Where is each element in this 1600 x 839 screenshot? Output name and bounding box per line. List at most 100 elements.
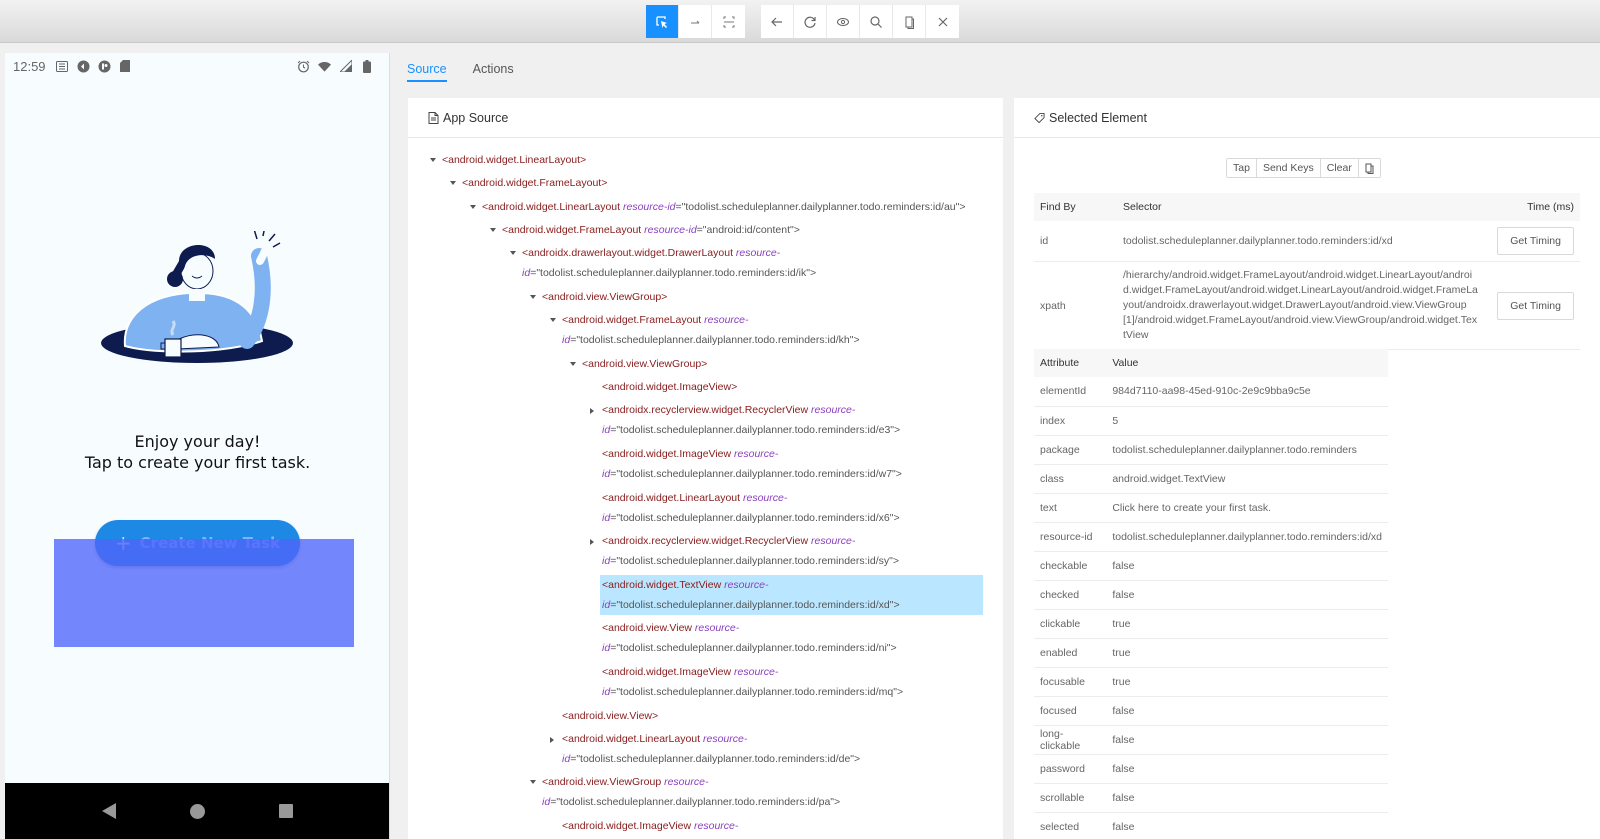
node-attr-value: ="todolist.scheduleplanner.dailyplanner.… bbox=[610, 467, 902, 480]
caret-down-icon[interactable] bbox=[530, 780, 536, 785]
tree-node[interactable]: <android.widget.TextView resource-id="to… bbox=[600, 574, 983, 615]
node-attr-name: id bbox=[522, 267, 531, 280]
tab-source[interactable]: Source bbox=[407, 56, 447, 82]
show-hide-button[interactable] bbox=[827, 5, 860, 38]
tree-node[interactable]: <android.widget.ImageView> bbox=[602, 377, 737, 397]
node-attr-name: resource- bbox=[735, 247, 781, 260]
tree-node[interactable]: <android.view.ViewGroup> bbox=[542, 287, 667, 307]
attribute-row: checkable false bbox=[1034, 551, 1388, 581]
tree-node[interactable]: <android.view.View resource-id="todolist… bbox=[602, 618, 897, 658]
status-time: 12:59 bbox=[13, 58, 46, 74]
node-attr-name: resource-id bbox=[622, 200, 676, 213]
attribute-name: scrollable bbox=[1034, 783, 1107, 813]
caret-down-icon[interactable] bbox=[550, 318, 556, 323]
attribute-name: class bbox=[1034, 464, 1107, 494]
clear-button[interactable]: Clear bbox=[1320, 159, 1359, 177]
node-tag: <android.view.ViewGroup> bbox=[542, 290, 668, 303]
node-attr-value: ="todolist.scheduleplanner.dailyplanner.… bbox=[610, 424, 901, 437]
tree-node[interactable]: <android.widget.FrameLayout resource-id=… bbox=[502, 220, 800, 240]
tree-node[interactable]: <android.view.ViewGroup> bbox=[582, 354, 707, 374]
battery-icon bbox=[360, 59, 373, 73]
sd-card-icon bbox=[119, 60, 132, 73]
caret-right-icon[interactable] bbox=[590, 539, 594, 546]
caret-down-icon[interactable] bbox=[510, 251, 516, 256]
send-keys-button[interactable]: Send Keys bbox=[1256, 159, 1321, 177]
caret-down-icon[interactable] bbox=[470, 204, 476, 209]
nav-home-icon[interactable] bbox=[190, 803, 205, 819]
swipe-button[interactable] bbox=[679, 5, 712, 38]
get-timing-button-id[interactable]: Get Timing bbox=[1497, 227, 1574, 255]
notes-icon bbox=[56, 60, 69, 73]
woman-with-coffee-illustration bbox=[101, 231, 293, 363]
tree-node[interactable]: <android.widget.LinearLayout resource-id… bbox=[602, 488, 900, 528]
caret-right-icon[interactable] bbox=[550, 736, 554, 743]
attribute-row: selected false bbox=[1034, 812, 1388, 839]
tree-node[interactable]: <android.view.ViewGroup resource-id="tod… bbox=[542, 772, 840, 812]
close-icon bbox=[938, 17, 947, 26]
tree-node[interactable]: <android.widget.ImageView resource-id="t… bbox=[602, 444, 902, 484]
wifi-icon bbox=[318, 60, 331, 73]
tree-node[interactable]: <android.widget.FrameLayout resource-id=… bbox=[562, 310, 860, 350]
find-by-selector: /hierarchy/android.widget.FrameLayout/an… bbox=[1117, 261, 1490, 350]
attribute-row: class android.widget.TextView bbox=[1034, 464, 1388, 494]
node-tag: <android.widget.ImageView bbox=[602, 665, 732, 678]
caret-down-icon[interactable] bbox=[450, 181, 456, 186]
device-screenshot[interactable]: 12:59 Enjoy your day! Tap to create your… bbox=[5, 53, 390, 839]
find-by-strategy: id bbox=[1034, 221, 1117, 262]
tap-button[interactable]: Tap bbox=[1227, 159, 1257, 177]
tree-node[interactable]: <android.widget.FrameLayout> bbox=[462, 173, 607, 193]
attribute-row: clickable true bbox=[1034, 609, 1388, 639]
tree-node[interactable]: <android.widget.LinearLayout resource-id… bbox=[482, 197, 966, 217]
tree-node[interactable]: <android.widget.LinearLayout resource-id… bbox=[562, 729, 860, 769]
attribute-row: text Click here to create your first task… bbox=[1034, 493, 1388, 523]
attribute-value: 5 bbox=[1106, 406, 1388, 436]
find-by-row-id: id todolist.scheduleplanner.dailyplanner… bbox=[1034, 221, 1580, 262]
node-attr-name: id bbox=[602, 555, 611, 568]
node-attr-name: id bbox=[602, 642, 611, 655]
nav-back-icon[interactable] bbox=[102, 803, 116, 819]
node-attr-value: ="todolist.scheduleplanner.dailyplanner.… bbox=[675, 200, 966, 213]
back-button[interactable] bbox=[761, 5, 794, 38]
tree-node[interactable]: <android.widget.ImageView resource- bbox=[562, 816, 738, 836]
copy-attributes-button[interactable] bbox=[1358, 159, 1380, 177]
attribute-value: false bbox=[1106, 580, 1388, 610]
caret-down-icon[interactable] bbox=[570, 361, 576, 366]
app-source-panel: App Source <android.widget.LinearLayout>… bbox=[408, 98, 1003, 839]
attribute-value: true bbox=[1106, 667, 1388, 697]
tree-node[interactable]: <android.widget.ImageView resource-id="t… bbox=[602, 662, 903, 702]
tree-node[interactable]: <androidx.recyclerview.widget.RecyclerVi… bbox=[602, 400, 900, 440]
node-tag: <android.widget.ImageView> bbox=[602, 381, 738, 393]
quit-button[interactable] bbox=[926, 5, 959, 38]
message-line-2: Tap to create your first task. bbox=[84, 453, 311, 472]
copy-xml-button[interactable] bbox=[893, 5, 926, 38]
tree-node[interactable]: <android.widget.LinearLayout> bbox=[442, 150, 586, 170]
tree-node[interactable]: <androidx.drawerlayout.widget.DrawerLayo… bbox=[522, 243, 816, 283]
attribute-value: false bbox=[1106, 754, 1388, 784]
caret-down-icon[interactable] bbox=[490, 227, 496, 232]
node-attr-name: id bbox=[602, 598, 611, 611]
tree-node[interactable]: <android.view.View> bbox=[562, 706, 658, 726]
selected-element-highlight[interactable] bbox=[54, 539, 354, 647]
tab-actions[interactable]: Actions bbox=[473, 56, 514, 82]
tap-by-coordinates-button[interactable] bbox=[712, 5, 745, 38]
top-toolbar bbox=[0, 0, 1600, 43]
time-header: Time (ms) bbox=[1490, 193, 1580, 221]
nav-recents-icon[interactable] bbox=[279, 804, 293, 818]
tree-node[interactable]: <androidx.recyclerview.widget.RecyclerVi… bbox=[602, 531, 899, 571]
caret-down-icon[interactable] bbox=[430, 158, 436, 162]
node-attr-name: id bbox=[602, 467, 611, 480]
refresh-button[interactable] bbox=[794, 5, 827, 38]
node-attr-value: ="todolist.scheduleplanner.dailyplanner.… bbox=[610, 511, 900, 524]
find-by-strategy: xpath bbox=[1034, 261, 1117, 350]
caret-down-icon[interactable] bbox=[530, 294, 536, 299]
status-right-icons bbox=[297, 59, 381, 73]
node-attr-name: resource-id bbox=[644, 223, 697, 236]
node-attr-name: id bbox=[602, 511, 611, 524]
attribute-value: false bbox=[1106, 696, 1388, 726]
search-button[interactable] bbox=[860, 5, 893, 38]
select-elements-button[interactable] bbox=[646, 5, 679, 38]
caret-right-icon[interactable] bbox=[590, 408, 594, 415]
get-timing-button-xpath[interactable]: Get Timing bbox=[1497, 291, 1574, 320]
empty-state-message[interactable]: Enjoy your day! Tap to create your first… bbox=[5, 431, 389, 473]
attribute-value: true bbox=[1106, 609, 1388, 639]
